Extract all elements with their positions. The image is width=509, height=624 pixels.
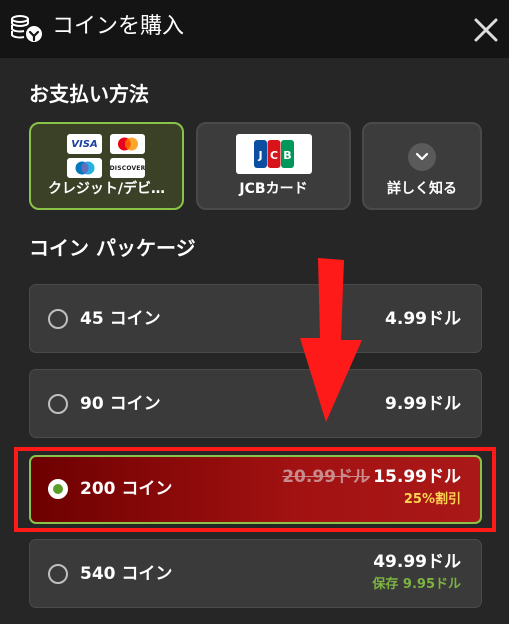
package-radio-selected[interactable] (48, 479, 68, 499)
svg-text:C: C (270, 149, 278, 162)
learn-more-button[interactable]: 詳しく知る (362, 122, 482, 210)
svg-text:J: J (257, 149, 262, 162)
chevron-down-icon (408, 143, 436, 171)
package-radio[interactable] (48, 394, 68, 414)
mastercard-logo (110, 134, 145, 154)
package-price: 9.99ドル (385, 394, 461, 414)
package-price: 15.99ドル (373, 467, 461, 487)
savings-note: 保存 9.95ドル (372, 577, 461, 592)
package-540-coins[interactable]: 540 コイン 49.99ドル 保存 9.95ドル (29, 539, 482, 608)
purchase-coins-dialog: コインを購入 お支払い方法 VISA DISCOVER クレジット/デビ… J … (0, 0, 509, 624)
dialog-header: コインを購入 (0, 0, 509, 58)
amex-icon (75, 161, 94, 175)
payment-option-jcb[interactable]: J C B JCBカード (196, 122, 351, 210)
package-name: 90 コイン (80, 394, 161, 414)
amex-logo (67, 158, 102, 178)
package-200-coins[interactable]: 200 コイン 20.99ドル 15.99ドル 25%割引 (29, 455, 482, 524)
package-name: 540 コイン (80, 564, 173, 584)
discover-logo: DISCOVER (110, 158, 145, 178)
payment-option-label: JCBカード (239, 181, 308, 197)
dialog-title: コインを購入 (52, 14, 185, 39)
learn-more-label: 詳しく知る (387, 181, 457, 197)
jcb-logo: J C B (236, 134, 312, 174)
visa-logo: VISA (67, 134, 102, 154)
close-icon (474, 18, 498, 42)
payment-option-label: クレジット/デビ… (47, 181, 166, 197)
package-45-coins[interactable]: 45 コイン 4.99ドル (29, 284, 482, 353)
package-name: 45 コイン (80, 309, 161, 329)
package-90-coins[interactable]: 90 コイン 9.99ドル (29, 369, 482, 438)
coin-packages-heading: コイン パッケージ (29, 236, 196, 260)
package-name: 200 コイン (80, 479, 173, 499)
package-price: 49.99ドル (373, 552, 461, 572)
close-button[interactable] (470, 14, 502, 46)
package-radio[interactable] (48, 564, 68, 584)
payment-method-heading: お支払い方法 (29, 82, 149, 106)
discount-badge: 25%割引 (403, 492, 461, 507)
package-radio[interactable] (48, 309, 68, 329)
original-price: 20.99ドル (282, 467, 370, 487)
coins-icon (11, 15, 42, 42)
mastercard-icon (117, 137, 138, 151)
svg-text:B: B (283, 149, 291, 162)
package-price: 4.99ドル (385, 309, 461, 329)
payment-option-credit-debit[interactable]: VISA DISCOVER クレジット/デビ… (29, 122, 184, 210)
